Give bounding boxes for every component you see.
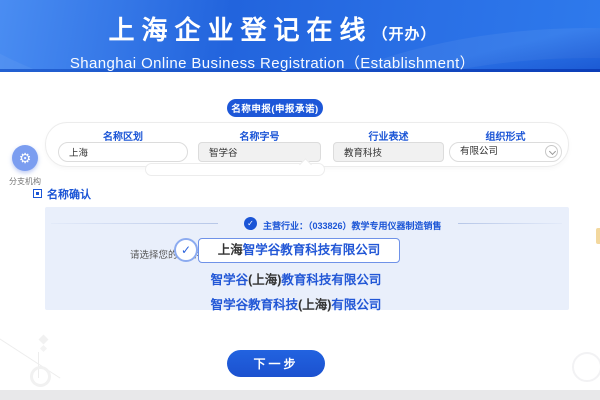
- edge-accent-decor: [596, 228, 600, 244]
- option-segment: 智学谷教育科技: [211, 298, 299, 312]
- name-division-input[interactable]: [58, 142, 188, 162]
- header-text-block: 上海企业登记在线（开办） Shanghai Online Business Re…: [0, 10, 545, 72]
- page-header: 上海企业登记在线（开办） Shanghai Online Business Re…: [0, 0, 600, 72]
- name-brand-input[interactable]: [198, 142, 321, 162]
- step-badge-name-declaration[interactable]: 名称申报(申报承诺): [227, 99, 323, 117]
- page-title-zh: 上海企业登记在线: [108, 15, 372, 45]
- option-segment: 教育科技有限公司: [281, 273, 381, 287]
- option-segment: 上海: [218, 243, 243, 257]
- section-square-icon: [33, 189, 42, 198]
- selected-check-icon: ✓: [174, 238, 198, 262]
- check-circle-icon: ✓: [244, 217, 257, 230]
- option-segment: (上海): [298, 298, 331, 312]
- page: { "header": { "title": "上海企业登记在线", "titl…: [0, 0, 600, 400]
- divider-left: [51, 223, 218, 224]
- network-decor: [38, 352, 39, 378]
- page-title-suffix: （开办）: [373, 26, 437, 43]
- network-decor: [30, 366, 51, 387]
- page-subtitle-en: Shanghai Online Business Registration（Es…: [0, 52, 545, 72]
- field-label-industry-description: 行业表述: [333, 128, 444, 143]
- corner-circle-decor: [572, 352, 600, 382]
- company-name-option-1[interactable]: 上海智学谷教育科技有限公司: [198, 238, 400, 263]
- field-label-name-division: 名称区划: [58, 128, 188, 143]
- field-tooltip-stub: [145, 163, 325, 176]
- organization-form-select[interactable]: 有限公司: [449, 142, 562, 162]
- option-segment: 有限公司: [331, 298, 381, 312]
- section-title-name-confirmation: 名称确认: [47, 186, 91, 202]
- main-industry-value: （033826）教学专用仪器制造销售: [308, 221, 442, 231]
- gear-icon: ⚙: [19, 150, 32, 167]
- network-decor: [0, 338, 60, 378]
- next-step-button[interactable]: 下一步: [227, 350, 325, 377]
- branch-office-button[interactable]: ⚙: [12, 145, 38, 171]
- organization-form-value: 有限公司: [460, 146, 498, 157]
- network-decor: [39, 335, 49, 345]
- option-segment: 智学谷教育科技有限公司: [243, 243, 381, 257]
- field-label-name-brand: 名称字号: [198, 128, 321, 143]
- industry-description-input[interactable]: [333, 142, 444, 162]
- branch-office-label: 分支机构: [2, 176, 48, 187]
- option-segment: 智学谷: [211, 273, 249, 287]
- network-decor: [40, 345, 47, 352]
- page-title: 上海企业登记在线（开办）: [0, 10, 545, 47]
- name-confirmation-panel: ✓ 主营行业：（033826）教学专用仪器制造销售 请选择您的企业名称： ✓ 上…: [45, 207, 569, 310]
- chevron-down-icon: [545, 145, 558, 158]
- company-name-option-2[interactable]: 智学谷(上海)教育科技有限公司: [192, 269, 400, 285]
- option-segment: (上海): [248, 273, 281, 287]
- main-industry-line: 主营行业：（033826）教学专用仪器制造销售: [263, 219, 442, 232]
- divider-right: [458, 223, 562, 224]
- footer-strip: [0, 390, 600, 400]
- field-label-organization-form: 组织形式: [449, 128, 562, 143]
- main-industry-label: 主营行业：: [263, 221, 308, 231]
- company-name-option-3[interactable]: 智学谷教育科技(上海)有限公司: [192, 294, 400, 310]
